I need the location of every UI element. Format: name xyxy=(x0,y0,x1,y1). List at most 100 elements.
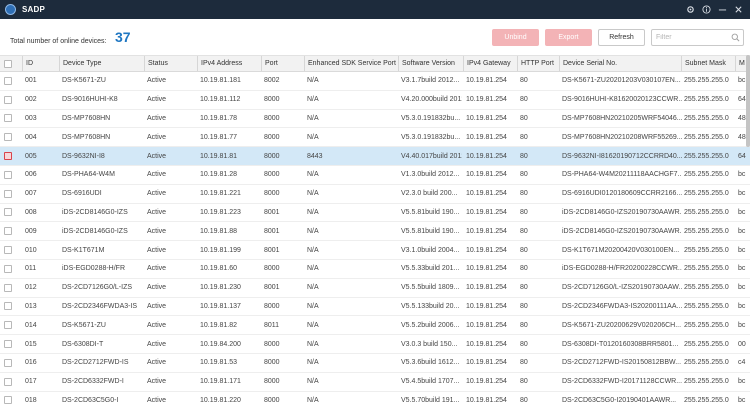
select-all-cell[interactable] xyxy=(0,56,20,71)
cell-ipv4-address: 10.19.81.230 xyxy=(200,284,241,292)
row-checkbox[interactable] xyxy=(4,76,12,85)
row-checkbox[interactable] xyxy=(4,170,12,179)
settings-icon[interactable] xyxy=(682,0,698,19)
cell-status: Active xyxy=(147,359,167,367)
cell-http-port: 80 xyxy=(520,77,528,85)
row-checkbox[interactable] xyxy=(4,377,12,386)
row-checkbox[interactable] xyxy=(4,358,12,367)
row-select-cell[interactable] xyxy=(0,316,20,334)
row-select-cell[interactable] xyxy=(0,241,20,259)
row-checkbox[interactable] xyxy=(4,264,12,273)
column-header-software-version[interactable]: Software Version xyxy=(398,56,462,71)
select-all-checkbox[interactable] xyxy=(4,59,12,68)
table-row[interactable]: 007 DS-6916UDI Active 10.19.81.221 8000 N/A V2… xyxy=(0,185,750,204)
table-row[interactable]: 009 iDS-2CD8146G0-IZS Active 10.19.81.88 800… xyxy=(0,222,750,242)
row-checkbox[interactable] xyxy=(4,189,12,198)
column-header-subnet-mask[interactable]: Subnet Mask xyxy=(681,56,736,71)
table-row[interactable]: 012 DS-2CD7126G0/L-IZS Active 10.19.81.230 8… xyxy=(0,279,750,298)
row-checkbox[interactable] xyxy=(4,283,12,292)
column-header-port[interactable]: Port xyxy=(261,56,306,71)
vertical-scrollbar[interactable] xyxy=(746,55,750,147)
unbind-button[interactable]: Unbind xyxy=(492,29,539,46)
minimize-icon[interactable] xyxy=(714,0,730,19)
row-select-cell[interactable] xyxy=(0,392,20,406)
row-checkbox[interactable] xyxy=(4,396,12,405)
row-checkbox[interactable] xyxy=(4,227,12,236)
column-header-ipv4-gateway[interactable]: IPv4 Gateway xyxy=(463,56,516,71)
cell-sdk-port: N/A xyxy=(307,77,319,85)
row-select-cell[interactable] xyxy=(0,222,20,240)
column-header-http-port[interactable]: HTTP Port xyxy=(517,56,559,71)
row-checkbox[interactable] xyxy=(4,114,12,123)
column-header-device-type[interactable]: Device Type xyxy=(59,56,143,71)
row-select-cell[interactable] xyxy=(0,91,20,109)
row-select-cell[interactable] xyxy=(0,260,20,278)
table-row[interactable]: 015 DS-6308DI-T Active 10.19.84.200 8000 N/A V… xyxy=(0,335,750,354)
column-header-sdk-port[interactable]: Enhanced SDK Service Port xyxy=(304,56,400,71)
row-checkbox[interactable] xyxy=(4,152,12,161)
table-row[interactable]: 008 iDS-2CD8146G0-IZS Active 10.19.81.223 80… xyxy=(0,204,750,223)
row-select-cell[interactable] xyxy=(0,204,20,222)
cell-port: 8000 xyxy=(264,96,280,104)
row-checkbox[interactable] xyxy=(4,340,12,349)
cell-mac: bc xyxy=(738,190,746,198)
cell-mac: 00 xyxy=(738,340,746,348)
row-select-cell[interactable] xyxy=(0,72,20,90)
cell-status: Active xyxy=(147,133,167,141)
table-row[interactable]: 017 DS-2CD6332FWD-I Active 10.19.81.171 8000… xyxy=(0,373,750,392)
row-select-cell[interactable] xyxy=(0,110,20,128)
row-select-cell[interactable] xyxy=(0,185,20,203)
row-checkbox[interactable] xyxy=(4,208,12,217)
row-select-cell[interactable] xyxy=(0,279,20,297)
table-row[interactable]: 002 DS-9016HUHI-K8 Active 10.19.81.112 8000 N… xyxy=(0,91,750,110)
row-checkbox[interactable] xyxy=(4,302,12,311)
table-row[interactable]: 006 DS-PHA64-W4M Active 10.19.81.28 8000 N/A V… xyxy=(0,166,750,185)
row-select-cell[interactable] xyxy=(0,373,20,391)
cell-mac: bc xyxy=(738,246,746,254)
column-header-serial-no[interactable]: Device Serial No. xyxy=(559,56,682,71)
table-row[interactable]: 005 DS-9632NI-I8 Active 10.19.81.81 8000 8443… xyxy=(0,147,750,166)
info-icon[interactable] xyxy=(698,0,714,19)
row-select-cell[interactable] xyxy=(0,166,20,184)
table-row[interactable]: 013 DS-2CD2346FWDA3-IS Active 10.19.81.137 8… xyxy=(0,298,750,317)
cell-port: 8000 xyxy=(264,114,280,122)
cell-port: 8001 xyxy=(264,246,280,254)
table-row[interactable]: 003 DS-MP7608HN Active 10.19.81.78 8000 N/A V5… xyxy=(0,110,750,129)
row-checkbox[interactable] xyxy=(4,95,12,104)
cell-mac: bc xyxy=(738,208,746,216)
search-icon[interactable] xyxy=(731,33,740,42)
cell-http-port: 80 xyxy=(520,190,528,198)
cell-subnet-mask: 255.255.255.0 xyxy=(684,171,729,179)
cell-ipv4-gateway: 10.19.81.254 xyxy=(466,96,507,104)
row-select-cell[interactable] xyxy=(0,147,20,165)
row-select-cell[interactable] xyxy=(0,354,20,372)
table-row[interactable]: 011 iDS-EGD0288-H/FR Active 10.19.81.60 8000… xyxy=(0,260,750,279)
row-checkbox[interactable] xyxy=(4,246,12,255)
close-icon[interactable] xyxy=(730,0,746,19)
cell-device-type: DS-K5671-ZU xyxy=(62,321,106,329)
row-checkbox[interactable] xyxy=(4,133,12,142)
row-checkbox[interactable] xyxy=(4,321,12,330)
device-table: ID Device Type Status IPv4 Address Port … xyxy=(0,55,750,406)
table-row[interactable]: 004 DS-MP7608HN Active 10.19.81.77 8000 N/A V5… xyxy=(0,128,750,148)
filter-input[interactable] xyxy=(652,30,730,45)
table-row[interactable]: 001 DS-K5671-ZU Active 10.19.81.181 8002 N/A V… xyxy=(0,72,750,91)
table-row[interactable]: 010 DS-K1T671M Active 10.19.81.199 8001 N/A V3… xyxy=(0,241,750,260)
cell-device-type: DS-2CD2346FWDA3-IS xyxy=(62,302,138,310)
table-row[interactable]: 016 DS-2CD2712FWD-IS Active 10.19.81.53 8000… xyxy=(0,354,750,373)
cell-software-version: V5.5.33build 201... xyxy=(401,265,460,273)
cell-id: 001 xyxy=(25,77,37,85)
refresh-button[interactable]: Refresh xyxy=(598,29,645,46)
table-row[interactable]: 018 DS-2CD63C5G0-I Active 10.19.81.220 8000 N… xyxy=(0,392,750,406)
table-row[interactable]: 014 DS-K5671-ZU Active 10.19.81.82 8011 N/A V5… xyxy=(0,316,750,336)
row-select-cell[interactable] xyxy=(0,298,20,316)
row-select-cell[interactable] xyxy=(0,335,20,353)
row-select-cell[interactable] xyxy=(0,128,20,146)
cell-id: 010 xyxy=(25,246,37,254)
export-button[interactable]: Export xyxy=(545,29,592,46)
filter-box xyxy=(651,29,744,46)
cell-status: Active xyxy=(147,227,167,235)
column-header-id[interactable]: ID xyxy=(22,56,58,71)
column-header-ipv4-address[interactable]: IPv4 Address xyxy=(197,56,260,71)
column-header-status[interactable]: Status xyxy=(144,56,196,71)
